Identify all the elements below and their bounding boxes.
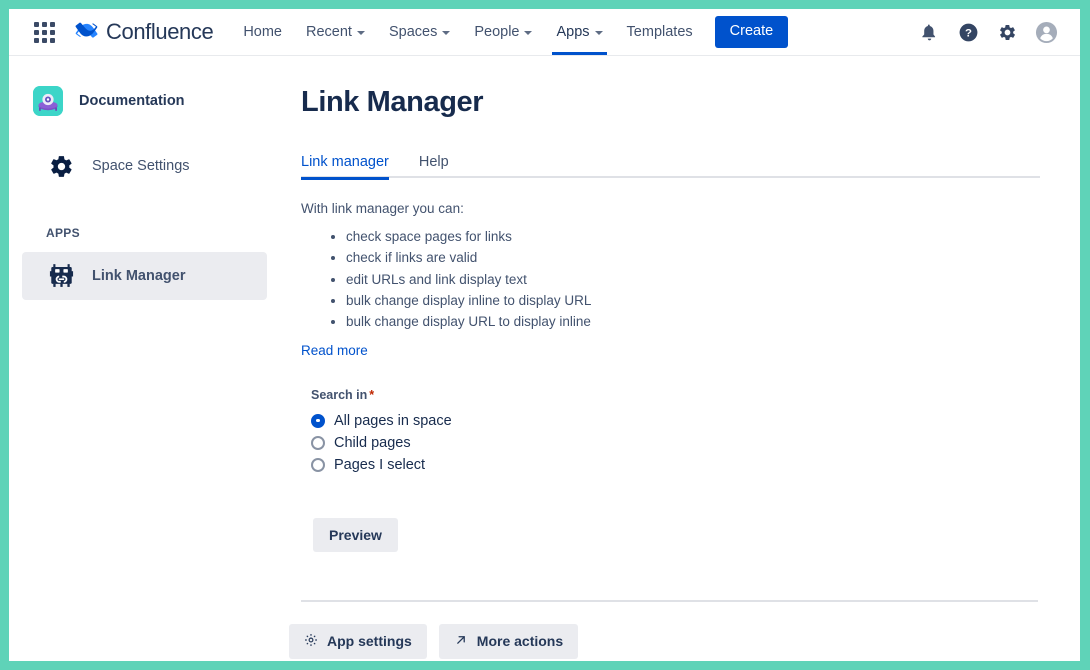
sidebar-item-label: Link Manager (92, 268, 185, 284)
nav-item-label: Recent (306, 24, 352, 40)
preview-button[interactable]: Preview (313, 518, 398, 552)
radio-option-pages-i-select[interactable]: Pages I select (311, 454, 1040, 476)
search-in-label: Search in* (311, 388, 1040, 402)
sidebar-item-label: Space Settings (92, 158, 190, 174)
space-header[interactable]: Documentation (9, 80, 277, 122)
chevron-down-icon (595, 31, 603, 35)
chevron-down-icon (357, 31, 365, 35)
tab-help[interactable]: Help (408, 154, 460, 178)
sidebar-item-link-manager[interactable]: Link Manager (22, 252, 267, 300)
search-in-field-group: Search in* All pages in space Child page… (301, 388, 1040, 476)
grid-dot (50, 38, 55, 43)
tab-link-manager[interactable]: Link manager (301, 154, 400, 178)
nav-item-people[interactable]: People (462, 9, 544, 55)
main-content: Link Manager Link manager Help With link… (277, 56, 1080, 661)
nav-item-label: Templates (627, 24, 693, 40)
brand-name: Confluence (106, 19, 213, 45)
gear-icon (304, 633, 318, 650)
chevron-down-icon (442, 31, 450, 35)
confluence-home-link[interactable]: Confluence (74, 19, 213, 45)
radio-button-icon[interactable] (311, 414, 325, 428)
field-label-text: Search in (311, 388, 367, 402)
chevron-down-icon (524, 31, 532, 35)
intro-text: With link manager you can: (301, 201, 1040, 216)
tab-bar: Link manager Help (301, 152, 1040, 178)
nav-item-label: Home (243, 24, 282, 40)
space-avatar-robot-icon (33, 86, 63, 116)
help-question-icon[interactable]: ? (956, 20, 980, 44)
link-manager-robot-icon (46, 261, 76, 291)
radio-option-child-pages[interactable]: Child pages (311, 432, 1040, 454)
radio-button-icon[interactable] (311, 436, 325, 450)
gear-icon (46, 151, 76, 181)
radio-option-all-pages-in-space[interactable]: All pages in space (311, 410, 1040, 432)
tab-label: Link manager (301, 154, 389, 170)
global-navigation-bar: Confluence Home Recent Spaces People App… (9, 9, 1080, 56)
tab-label: Help (419, 154, 449, 170)
required-asterisk: * (369, 388, 374, 402)
grid-dot (42, 38, 47, 43)
bottom-action-bar: App settings More actions (289, 624, 1040, 659)
app-window: Confluence Home Recent Spaces People App… (9, 9, 1080, 661)
nav-item-spaces[interactable]: Spaces (377, 9, 462, 55)
grid-dot (34, 38, 39, 43)
list-item: edit URLs and link display text (346, 269, 1040, 290)
user-avatar-icon[interactable] (1034, 20, 1058, 44)
feature-list: check space pages for links check if lin… (346, 226, 1040, 333)
app-settings-button[interactable]: App settings (289, 624, 427, 659)
nav-item-recent[interactable]: Recent (294, 9, 377, 55)
sidebar-item-space-settings[interactable]: Space Settings (22, 142, 267, 190)
arrow-up-right-icon (454, 633, 468, 650)
radio-option-label: Child pages (334, 435, 411, 451)
nav-item-templates[interactable]: Templates (615, 9, 705, 55)
space-sidebar: Documentation Space Settings APPS (9, 56, 277, 661)
list-item: bulk change display URL to display inlin… (346, 311, 1040, 332)
list-item: bulk change display inline to display UR… (346, 290, 1040, 311)
radio-option-label: Pages I select (334, 457, 425, 473)
button-label: App settings (327, 633, 412, 649)
radio-option-label: All pages in space (334, 413, 452, 429)
page-title: Link Manager (301, 86, 1040, 119)
section-divider (301, 600, 1038, 602)
nav-item-home[interactable]: Home (231, 9, 294, 55)
button-label: More actions (477, 633, 563, 649)
grid-dot (42, 22, 47, 27)
nav-item-list: Home Recent Spaces People Apps Templates (231, 9, 788, 55)
nav-item-apps[interactable]: Apps (544, 9, 614, 55)
nav-item-label: People (474, 24, 519, 40)
nav-item-label: Apps (556, 24, 589, 40)
svg-text:?: ? (965, 27, 972, 39)
list-item: check if links are valid (346, 247, 1040, 268)
nav-item-label: Spaces (389, 24, 437, 40)
list-item: check space pages for links (346, 226, 1040, 247)
read-more-link[interactable]: Read more (301, 343, 368, 358)
radio-button-icon[interactable] (311, 458, 325, 472)
grid-dot (34, 22, 39, 27)
grid-apps-icon[interactable] (31, 19, 57, 45)
grid-dot (34, 30, 39, 35)
grid-dot (50, 22, 55, 27)
create-button[interactable]: Create (715, 16, 789, 48)
confluence-logo-icon (74, 20, 99, 45)
notifications-bell-icon[interactable] (917, 20, 941, 44)
more-actions-button[interactable]: More actions (439, 624, 578, 659)
global-nav-actions: ? (917, 20, 1068, 44)
settings-gear-icon[interactable] (995, 20, 1019, 44)
grid-dot (42, 30, 47, 35)
sidebar-section-heading-apps: APPS (9, 226, 277, 240)
space-name-label: Documentation (79, 93, 185, 109)
page-body: Documentation Space Settings APPS (9, 56, 1080, 661)
grid-dot (50, 30, 55, 35)
